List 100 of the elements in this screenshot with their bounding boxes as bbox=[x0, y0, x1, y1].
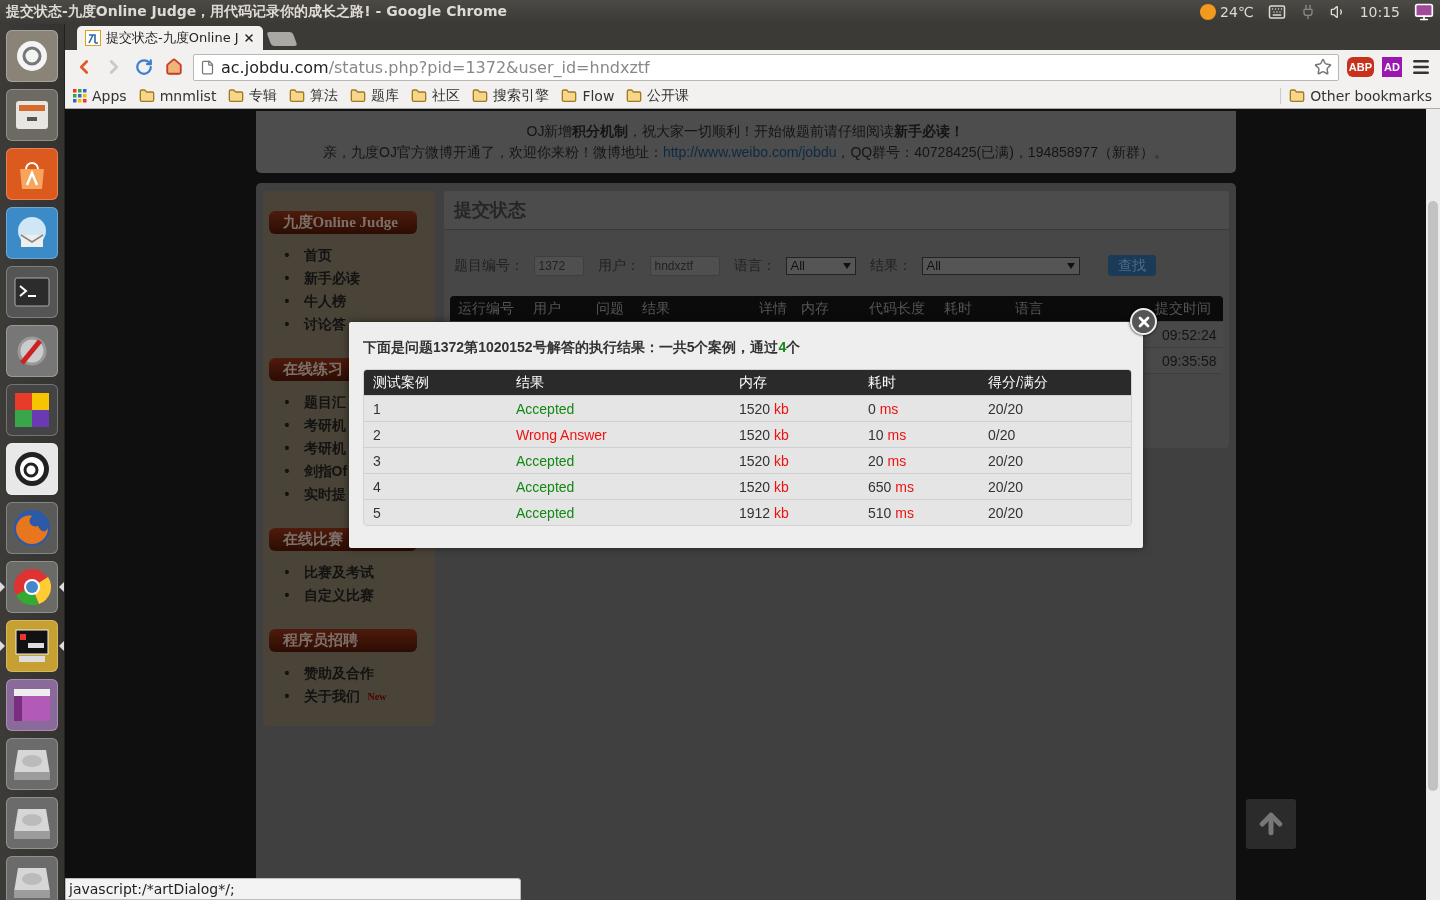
column-header: 内存 bbox=[738, 373, 768, 392]
bookmark[interactable]: Apps bbox=[73, 88, 127, 104]
circle-logo-icon[interactable] bbox=[6, 30, 58, 82]
ring-icon[interactable] bbox=[6, 443, 58, 495]
status-bubble: javascript:/*artDialog*/; bbox=[65, 878, 521, 900]
column-header: 结果 bbox=[515, 373, 545, 392]
sidebar-heading: 九度Online Judge bbox=[268, 211, 417, 234]
bookmark[interactable]: 专辑 bbox=[228, 87, 278, 105]
dropdown[interactable]: All bbox=[921, 256, 1080, 275]
table-cell-text: 1520 kb bbox=[738, 426, 790, 443]
sidebar-link[interactable]: 自定义比赛 bbox=[303, 584, 374, 607]
folder-icon bbox=[138, 88, 155, 104]
bullet: • bbox=[284, 462, 291, 481]
bullet: • bbox=[284, 393, 291, 412]
browser-tab[interactable]: 提交状态-九度Online J bbox=[77, 26, 263, 50]
extension-button[interactable]: ABP bbox=[1346, 57, 1374, 77]
table-cell-text: Accepted bbox=[515, 452, 576, 469]
bookmark[interactable]: 搜索引擎 bbox=[472, 87, 550, 105]
sidebar-link[interactable]: 讨论答 bbox=[303, 313, 346, 336]
sidebar-link[interactable]: 关于我们 bbox=[303, 685, 360, 708]
sun-icon[interactable] bbox=[1199, 3, 1218, 21]
back-to-top-button[interactable] bbox=[1246, 799, 1296, 849]
window-icon[interactable] bbox=[6, 679, 58, 731]
address-bar[interactable]: ac.jobdu.com/status.php?pid=1372&user_id=hndxztf bbox=[193, 53, 1339, 81]
home-button[interactable] bbox=[163, 56, 185, 78]
table-cell-text: 1520 kb bbox=[738, 452, 790, 469]
table-cell-text: Accepted bbox=[515, 504, 576, 521]
sidebar-link[interactable]: 考研机 bbox=[303, 437, 346, 460]
table-cell-text: 510 ms bbox=[867, 504, 915, 521]
sidebar-link[interactable]: 赞助及合作 bbox=[303, 662, 374, 685]
bullet: • bbox=[284, 416, 291, 435]
keyboard-icon[interactable] bbox=[1267, 3, 1286, 21]
bullet: • bbox=[284, 485, 291, 504]
bullet: • bbox=[284, 246, 291, 265]
bullet: • bbox=[284, 586, 291, 605]
mail-icon[interactable] bbox=[6, 207, 58, 259]
scrollbar[interactable] bbox=[1426, 109, 1440, 900]
sidebar-link[interactable]: 考研机 bbox=[303, 414, 346, 437]
folder-icon bbox=[411, 88, 428, 104]
dropdown-arrow-icon bbox=[1066, 262, 1075, 269]
table-cell-text: 20/20 bbox=[987, 452, 1025, 469]
reload-icon bbox=[135, 58, 153, 76]
drawer-icon[interactable] bbox=[6, 89, 58, 141]
apps-grid-icon bbox=[73, 89, 87, 103]
bookmark[interactable]: mnmlist bbox=[138, 88, 217, 104]
globe-icon[interactable] bbox=[6, 502, 58, 554]
new-tab-button[interactable] bbox=[266, 32, 298, 46]
table-cell-text: Wrong Answer bbox=[515, 426, 608, 443]
bullet: • bbox=[284, 292, 291, 311]
sidebar-link[interactable]: 剑指Of bbox=[303, 460, 348, 483]
extension-button[interactable]: AD bbox=[1382, 57, 1402, 77]
sidebar-link[interactable]: 新手必读 bbox=[303, 267, 360, 290]
bullet: • bbox=[284, 687, 291, 706]
bookmark[interactable]: 算法 bbox=[289, 87, 339, 105]
monitor-icon[interactable] bbox=[1414, 2, 1434, 22]
sidebar-link[interactable]: 实时提 bbox=[303, 483, 346, 506]
bookmark-star-icon[interactable] bbox=[1313, 58, 1332, 76]
temperature: 24℃ bbox=[1220, 4, 1254, 20]
table-cell-text: 0/20 bbox=[987, 426, 1017, 443]
dropdown[interactable]: All bbox=[785, 256, 856, 275]
table-cell-text: 20/20 bbox=[987, 400, 1025, 417]
bookmark[interactable]: Flow bbox=[561, 88, 615, 104]
favicon-icon bbox=[85, 30, 101, 46]
folder-icon bbox=[228, 88, 245, 104]
sidebar-link[interactable]: 比赛及考试 bbox=[303, 561, 374, 584]
wheel-icon[interactable] bbox=[6, 561, 58, 613]
bookmark[interactable]: Other bookmarks bbox=[1280, 88, 1432, 104]
weibo-link[interactable]: http://www.weibo.com/jobdu bbox=[662, 144, 837, 160]
reload-button[interactable] bbox=[133, 56, 155, 78]
table-cell-text: 10 ms bbox=[867, 426, 908, 443]
page-icon bbox=[200, 59, 215, 75]
table-cell-text: 650 ms bbox=[867, 478, 915, 495]
terminal-icon[interactable] bbox=[6, 620, 58, 672]
table-cell-text: 1520 kb bbox=[738, 478, 790, 495]
bookmark[interactable]: 社区 bbox=[411, 87, 461, 105]
shopping-bag-icon[interactable] bbox=[6, 148, 58, 200]
menu-icon bbox=[1411, 57, 1431, 77]
sidebar-link[interactable]: 题目汇 bbox=[303, 391, 346, 414]
bullet: • bbox=[284, 315, 291, 334]
table-cell-text: 3 bbox=[372, 452, 382, 469]
table-cell-text: 20/20 bbox=[987, 504, 1025, 521]
table-cell-text: 1912 kb bbox=[738, 504, 790, 521]
sidebar-link[interactable]: 首页 bbox=[303, 244, 332, 267]
bookmark[interactable]: 题库 bbox=[350, 87, 400, 105]
bullet: • bbox=[284, 563, 291, 582]
bookmark[interactable]: 公开课 bbox=[626, 87, 690, 105]
table-cell-text: 5 bbox=[372, 504, 382, 521]
clock[interactable]: 10:15 bbox=[1359, 4, 1400, 20]
column-header: 耗时 bbox=[867, 373, 897, 392]
new-label: New bbox=[367, 691, 387, 702]
table-cell-text: 0 ms bbox=[867, 400, 900, 417]
table-cell-text: 20 ms bbox=[867, 452, 908, 469]
squares-icon[interactable] bbox=[6, 384, 58, 436]
sidebar-link[interactable]: 牛人榜 bbox=[303, 290, 346, 313]
folder-icon bbox=[289, 88, 306, 104]
close-icon[interactable] bbox=[243, 32, 255, 44]
bullet: • bbox=[284, 664, 291, 683]
folder-icon bbox=[561, 88, 578, 104]
column-header: 得分/满分 bbox=[987, 373, 1049, 392]
folder-icon bbox=[1289, 88, 1306, 104]
